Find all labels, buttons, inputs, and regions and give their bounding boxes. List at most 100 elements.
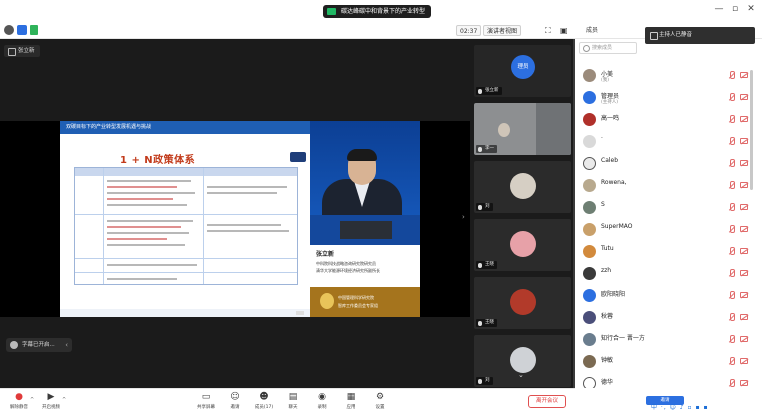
participant-name: Rowena, [601,179,627,186]
participant-row[interactable]: SuperMAO [575,218,753,240]
search-input[interactable]: 搜索成员 [579,42,637,54]
speaker-name: 张立新 [316,251,335,258]
shield-icon[interactable] [17,25,27,35]
mic-muted-icon[interactable] [728,225,735,233]
participant-row[interactable]: 小美 (我) [575,64,753,86]
mic-muted-icon[interactable] [728,335,735,343]
members-icon: ☻ [259,392,269,402]
record-button[interactable]: ◉ 录制 [309,391,335,412]
participant-name: 秋蓉 [601,313,614,320]
members-button[interactable]: ☻ 成员(17) [251,391,277,412]
layout-icon[interactable]: ▣ [560,25,568,36]
speaker-video: 张立新 中科院科技战略咨询研究院研究员 清华大学能源环境经济研究所副所长 中国管… [310,121,420,317]
sharer-tag[interactable]: 张立新 [4,45,40,57]
chevron-down-icon[interactable]: ⌄ [518,371,524,379]
video-tile-label: 李一 [476,145,497,153]
info-icon[interactable] [4,25,14,35]
mic-muted-icon[interactable] [728,203,735,211]
participant-row[interactable]: S [575,196,753,218]
view-mode-select[interactable]: 演讲者视图 [483,25,522,36]
camera-off-icon[interactable] [740,72,748,78]
participant-row[interactable]: Caleb [575,152,753,174]
avatar [583,135,596,148]
mic-muted-icon[interactable] [728,269,735,277]
slide-logo-icon [290,152,306,162]
participant-row[interactable]: 钟敏 [575,350,753,372]
chat-button[interactable]: ▤ 聊天 [280,391,306,412]
video-tile-label: 张立新 [476,87,502,95]
minimize-button[interactable]: — [712,4,726,14]
participant-row[interactable]: Tutu [575,240,753,262]
camera-off-icon[interactable] [740,292,748,298]
participant-row[interactable]: 高一鸣 [575,108,753,130]
gear-icon: ⚙ [375,392,385,402]
mic-muted-icon[interactable] [728,357,735,365]
mic-muted-icon[interactable] [728,159,735,167]
collapse-strip-icon[interactable]: › [462,213,465,221]
camera-off-icon[interactable] [740,204,748,210]
camera-off-icon[interactable] [740,116,748,122]
camera-off-icon[interactable] [740,380,748,386]
policy-table [74,167,298,285]
maximize-button[interactable]: ▫ [728,4,742,14]
video-button[interactable]: ▶ 开启视频 ^ [38,391,66,412]
mute-button[interactable]: ● 解除静音 ^ [6,391,34,412]
video-tile[interactable]: 理员 张立新 [474,45,571,97]
mic-muted-icon[interactable] [728,181,735,189]
apps-button[interactable]: ▦ 应用 [338,391,364,412]
mic-muted-icon[interactable] [728,313,735,321]
participant-row[interactable]: zzh [575,262,753,284]
video-tile[interactable]: 王晓 [474,277,571,329]
mic-muted-icon[interactable] [728,71,735,79]
video-tile[interactable]: 李一 [474,103,571,155]
camera-off-icon[interactable] [740,160,748,166]
participant-name: · [601,135,603,142]
invite-button[interactable]: ☺ 邀请 [222,391,248,412]
camera-off-icon[interactable] [740,314,748,320]
video-label: 开启视频 [42,405,60,410]
avatar [583,289,596,302]
share-screen-button[interactable]: ▭ 共享屏幕 [193,391,219,412]
mic-muted-icon[interactable] [728,379,735,387]
microphone-icon: ● [15,392,23,402]
leave-meeting-button[interactable]: 离开会议 [528,395,566,408]
avatar [583,355,596,368]
video-tile[interactable]: 刘 [474,335,571,387]
camera-off-icon[interactable] [740,226,748,232]
chevron-up-icon[interactable]: ^ [62,397,66,403]
chevron-left-icon[interactable]: ‹ [65,338,68,352]
presentation-slide: 双碳目标下的产业转型发展机遇与挑战 1 + N政策体系 [60,121,310,317]
participant-row[interactable]: 秋蓉 [575,306,753,328]
camera-off-icon[interactable] [740,248,748,254]
chevron-up-icon[interactable]: ^ [30,397,34,403]
camera-off-icon[interactable] [740,336,748,342]
camera-off-icon[interactable] [740,138,748,144]
mic-muted-icon[interactable] [728,137,735,145]
camera-off-icon[interactable] [740,270,748,276]
mic-muted-icon[interactable] [728,93,735,101]
fullscreen-icon[interactable]: ⛶ [545,25,551,36]
speaker-title-2: 清华大学能源环境经济研究所副所长 [316,268,380,273]
participant-row[interactable]: 知行合一 晋一方 [575,328,753,350]
participants-scrollbar[interactable] [750,70,753,190]
participant-row[interactable]: 管理员 (主持人) [575,86,753,108]
mic-muted-icon[interactable] [728,115,735,123]
camera-off-icon[interactable] [740,182,748,188]
camera-off-icon[interactable] [740,358,748,364]
participant-row[interactable]: 欧阳晓阳 [575,284,753,306]
close-button[interactable]: ✕ [744,4,758,14]
participant-row[interactable]: · [575,130,753,152]
settings-button[interactable]: ⚙ 设置 [367,391,393,412]
meeting-title-pill[interactable]: 碳达峰碳中和背景下的产业转型 [323,5,432,18]
camera-off-icon[interactable] [740,94,748,100]
participant-row[interactable]: Rowena, [575,174,753,196]
members-panel-title: 成员 [586,27,599,34]
mic-muted-icon[interactable] [728,291,735,299]
share-screen-icon: ▭ [201,392,211,402]
video-tile[interactable]: 王晓 [474,219,571,271]
participant-name: 高一鸣 [601,115,620,122]
subtitle-chip[interactable]: 字幕已开启... ‹ [6,338,72,352]
video-tile[interactable]: 刘 [474,161,571,213]
mic-muted-icon[interactable] [728,247,735,255]
signal-icon [30,25,38,35]
